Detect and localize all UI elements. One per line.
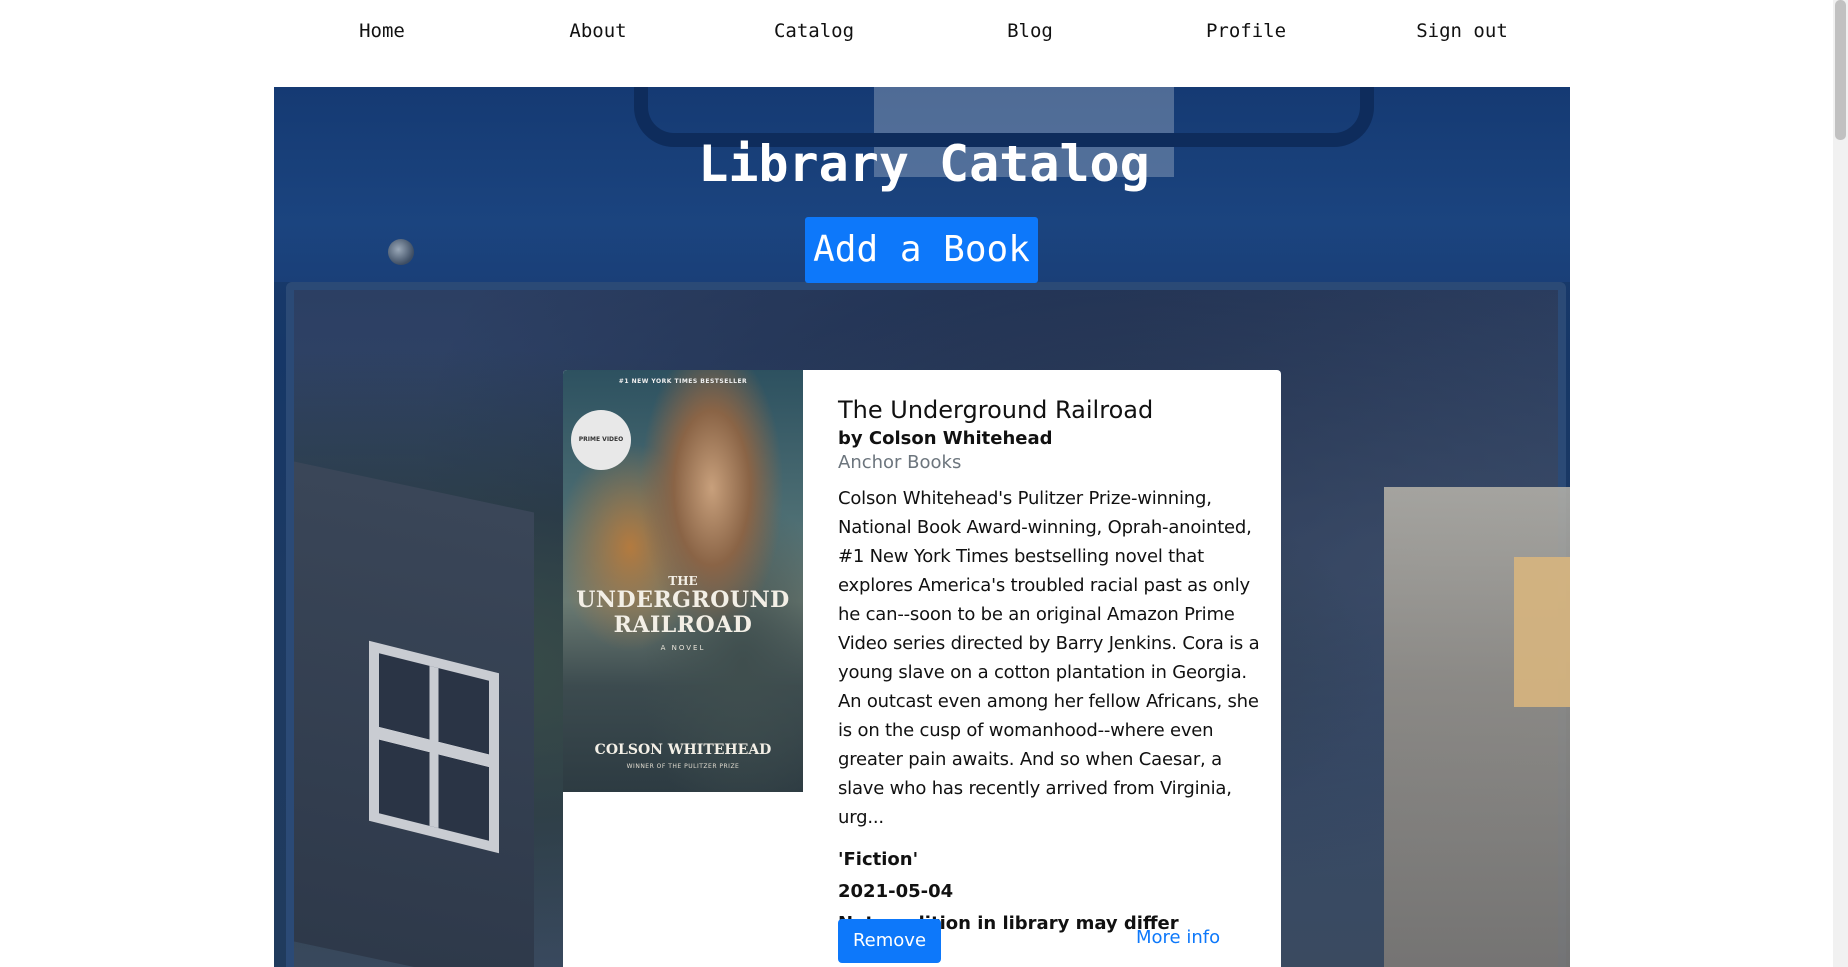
page: Home About Catalog Blog Profile Sign out… [0, 0, 1848, 967]
book-details: The Underground Railroad by Colson White… [838, 394, 1268, 940]
book-card: #1 NEW YORK TIMES BESTSELLER PRIME VIDEO… [563, 370, 1281, 967]
top-nav: Home About Catalog Blog Profile Sign out [0, 0, 1848, 66]
cover-top-line: #1 NEW YORK TIMES BESTSELLER [618, 378, 748, 385]
book-date: 2021-05-04 [838, 881, 954, 902]
book-category: 'Fiction' [838, 849, 919, 870]
book-cover-image: #1 NEW YORK TIMES BESTSELLER PRIME VIDEO… [563, 370, 803, 792]
cover-badge: PRIME VIDEO [571, 410, 631, 470]
book-publisher: Anchor Books [838, 452, 962, 473]
cover-author: COLSON WHITEHEAD [594, 742, 772, 758]
page-scrollbar[interactable] [1833, 0, 1848, 967]
add-book-button[interactable]: Add a Book [805, 217, 1038, 283]
nav-profile-link[interactable]: Profile [1206, 20, 1286, 42]
more-info-link[interactable]: More info [1136, 927, 1220, 948]
nav-blog-link[interactable]: Blog [1007, 20, 1053, 42]
page-title: Library Catalog [698, 135, 1150, 193]
cover-the: THE [668, 574, 698, 588]
book-description: Colson Whitehead's Pulitzer Prize-winnin… [838, 488, 1260, 828]
remove-button[interactable]: Remove [838, 919, 941, 963]
book-title: The Underground Railroad [838, 396, 1154, 424]
scrollbar-thumb[interactable] [1835, 0, 1846, 140]
book-author: by Colson Whitehead [838, 428, 1053, 449]
cover-subtitle: WINNER OF THE PULITZER PRIZE [626, 763, 740, 770]
cover-title: UNDERGROUND RAILROAD [576, 587, 790, 638]
nav-sign-out-link[interactable]: Sign out [1416, 20, 1508, 42]
nav-about-link[interactable]: About [569, 20, 626, 42]
cover-novel: A NOVEL [660, 644, 706, 652]
nav-home-link[interactable]: Home [359, 20, 405, 42]
nav-catalog-link[interactable]: Catalog [774, 20, 854, 42]
